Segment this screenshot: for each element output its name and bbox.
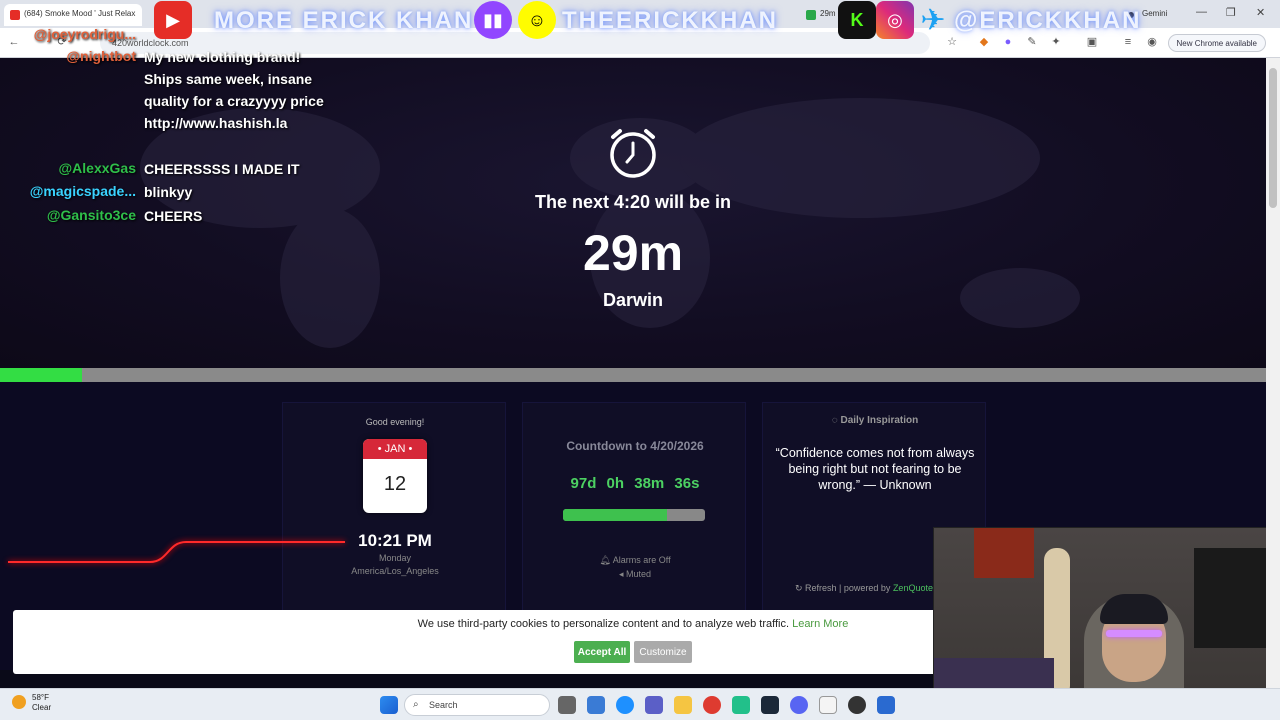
zenquotes-link[interactable]: ZenQuotes bbox=[893, 583, 938, 593]
steam-icon[interactable] bbox=[761, 696, 779, 714]
refresh-icon: ↻ bbox=[795, 583, 806, 593]
page-scrollbar[interactable] bbox=[1266, 58, 1280, 690]
instagram-icon: ◎ bbox=[876, 1, 914, 39]
chrome-icon[interactable] bbox=[703, 696, 721, 714]
muted-text: Muted bbox=[626, 569, 652, 579]
countdown-progress-bar bbox=[563, 509, 705, 521]
calendar-day: 12 bbox=[383, 473, 407, 495]
alarm-clock-icon bbox=[610, 129, 656, 178]
hair bbox=[1100, 594, 1168, 624]
banner-text-right: @ERICKKHAN bbox=[954, 7, 1142, 34]
hero-progress-bar bbox=[0, 368, 1266, 382]
weather-moon-icon bbox=[12, 695, 26, 709]
chat-message: blinkyy bbox=[144, 184, 193, 200]
monitor bbox=[1194, 548, 1267, 648]
windows-taskbar: 58°F Clear ⌕ Search bbox=[0, 688, 1280, 720]
poster bbox=[974, 528, 1034, 578]
ring-icon: • bbox=[408, 443, 413, 455]
calendar-widget: • JAN • 12 bbox=[363, 439, 427, 513]
countdown-progress-fill bbox=[563, 509, 667, 521]
chat-username: @joeyrodrigu... bbox=[33, 26, 136, 42]
new-chrome-label: New Chrome available bbox=[1176, 39, 1257, 48]
weather-condition: Clear bbox=[32, 703, 52, 712]
bell-icon: 🔔︎ bbox=[599, 555, 613, 565]
month-label: JAN bbox=[384, 443, 406, 455]
ring-icon: • bbox=[377, 443, 382, 455]
chat-username: @AlexxGas bbox=[58, 160, 136, 176]
calendar-month: • JAN • bbox=[363, 439, 427, 459]
snapchat-icon: ☺ bbox=[518, 1, 556, 39]
countdown-title: Countdown to 4/20/2026 bbox=[566, 439, 704, 453]
chat-message: CHEERSSSS I MADE IT bbox=[144, 161, 300, 177]
alarm-text: Alarms are Off bbox=[612, 555, 671, 565]
banner-text-left: MORE ERICK KHAN bbox=[214, 7, 474, 34]
quote-refresh[interactable]: ↻ Refresh | powered by ZenQuotes bbox=[795, 583, 937, 594]
kick-icon: K bbox=[838, 1, 876, 39]
stream-banner-overlay: ▶ MORE ERICK KHAN ▮▮ ☺ THEERICKKHAN K ◎ … bbox=[150, 0, 1150, 40]
mail-icon[interactable] bbox=[877, 696, 895, 714]
customize-button[interactable]: Customize bbox=[634, 641, 692, 663]
tab-smoke-mood[interactable]: (684) Smoke Mood ' Just Relax bbox=[4, 4, 142, 26]
countdown-card: Countdown to 4/20/2026 97d 0h 38m 36s 🔔︎… bbox=[522, 402, 746, 612]
search-placeholder: Search bbox=[429, 700, 458, 710]
countdown-values: 97d 0h 38m 36s bbox=[570, 475, 700, 492]
search-icon: ⌕ bbox=[413, 699, 419, 710]
copilot-icon[interactable] bbox=[587, 696, 605, 714]
banner-text-mid: THEERICKKHAN bbox=[562, 7, 778, 34]
quote-text: “Confidence comes not from always being … bbox=[775, 446, 975, 492]
speaker-muted-icon: ◂ bbox=[618, 569, 626, 579]
chat-message: CHEERS bbox=[144, 208, 203, 224]
discord-icon[interactable] bbox=[790, 696, 808, 714]
learn-more-link[interactable]: Learn More bbox=[792, 618, 848, 630]
taskbar-search-box[interactable]: ⌕ Search bbox=[404, 694, 550, 716]
weather-temp: 58°F bbox=[32, 693, 49, 702]
windows-start-icon[interactable] bbox=[380, 696, 398, 714]
teams-icon[interactable] bbox=[645, 696, 663, 714]
app-icon[interactable] bbox=[732, 696, 750, 714]
countdown-value: 29m bbox=[582, 225, 684, 281]
city-name: Darwin bbox=[602, 290, 663, 310]
twitter-icon: ✈ bbox=[920, 3, 946, 37]
accept-all-button[interactable]: Accept All bbox=[574, 641, 630, 663]
chat-username: @Gansito3ce bbox=[46, 207, 136, 223]
tab-title: (684) Smoke Mood ' Just Relax bbox=[24, 9, 136, 18]
greeting-card: Good evening! • JAN • 12 10:21 PM Monday… bbox=[282, 402, 506, 612]
cookie-text: We use third-party cookies to personaliz… bbox=[417, 618, 790, 630]
new-chrome-available-button[interactable]: New Chrome available bbox=[1167, 34, 1266, 52]
maximize-icon[interactable]: ❐ bbox=[1226, 6, 1236, 19]
neon-line-decoration bbox=[8, 541, 345, 563]
edge-icon[interactable] bbox=[616, 696, 634, 714]
refresh-text: Refresh | powered by bbox=[805, 583, 893, 593]
youtube-icon: ▶ bbox=[154, 1, 192, 39]
alarm-status[interactable]: 🔔︎ Alarms are Off bbox=[523, 555, 747, 566]
twitch-icon: ▮▮ bbox=[474, 1, 512, 39]
close-window-icon[interactable]: ✕ bbox=[1256, 6, 1265, 19]
chat-username: @magicspade... bbox=[29, 183, 136, 199]
task-view-icon[interactable] bbox=[558, 696, 576, 714]
obs-icon[interactable] bbox=[848, 696, 866, 714]
chat-username: @nightbot bbox=[66, 48, 136, 64]
notepad-icon[interactable] bbox=[819, 696, 837, 714]
inspiration-title-text: Daily Inspiration bbox=[840, 415, 919, 426]
minimize-icon[interactable]: — bbox=[1196, 6, 1207, 18]
inspiration-title: ◌ Daily Inspiration bbox=[763, 415, 987, 426]
screen: (684) Smoke Mood ' Just Relax 29m Gemini… bbox=[0, 0, 1280, 720]
greeting-text: Good evening! bbox=[365, 417, 425, 427]
glasses bbox=[1106, 630, 1162, 637]
mute-status[interactable]: ◂ Muted bbox=[523, 569, 747, 580]
chat-message: My new clothing brand! Ships same week, … bbox=[144, 49, 324, 131]
weather-widget[interactable]: 58°F Clear bbox=[10, 693, 51, 713]
file-explorer-icon[interactable] bbox=[674, 696, 692, 714]
youtube-favicon-icon bbox=[10, 10, 20, 20]
hero-progress-fill bbox=[0, 368, 83, 382]
scrollbar-thumb[interactable] bbox=[1269, 68, 1277, 208]
